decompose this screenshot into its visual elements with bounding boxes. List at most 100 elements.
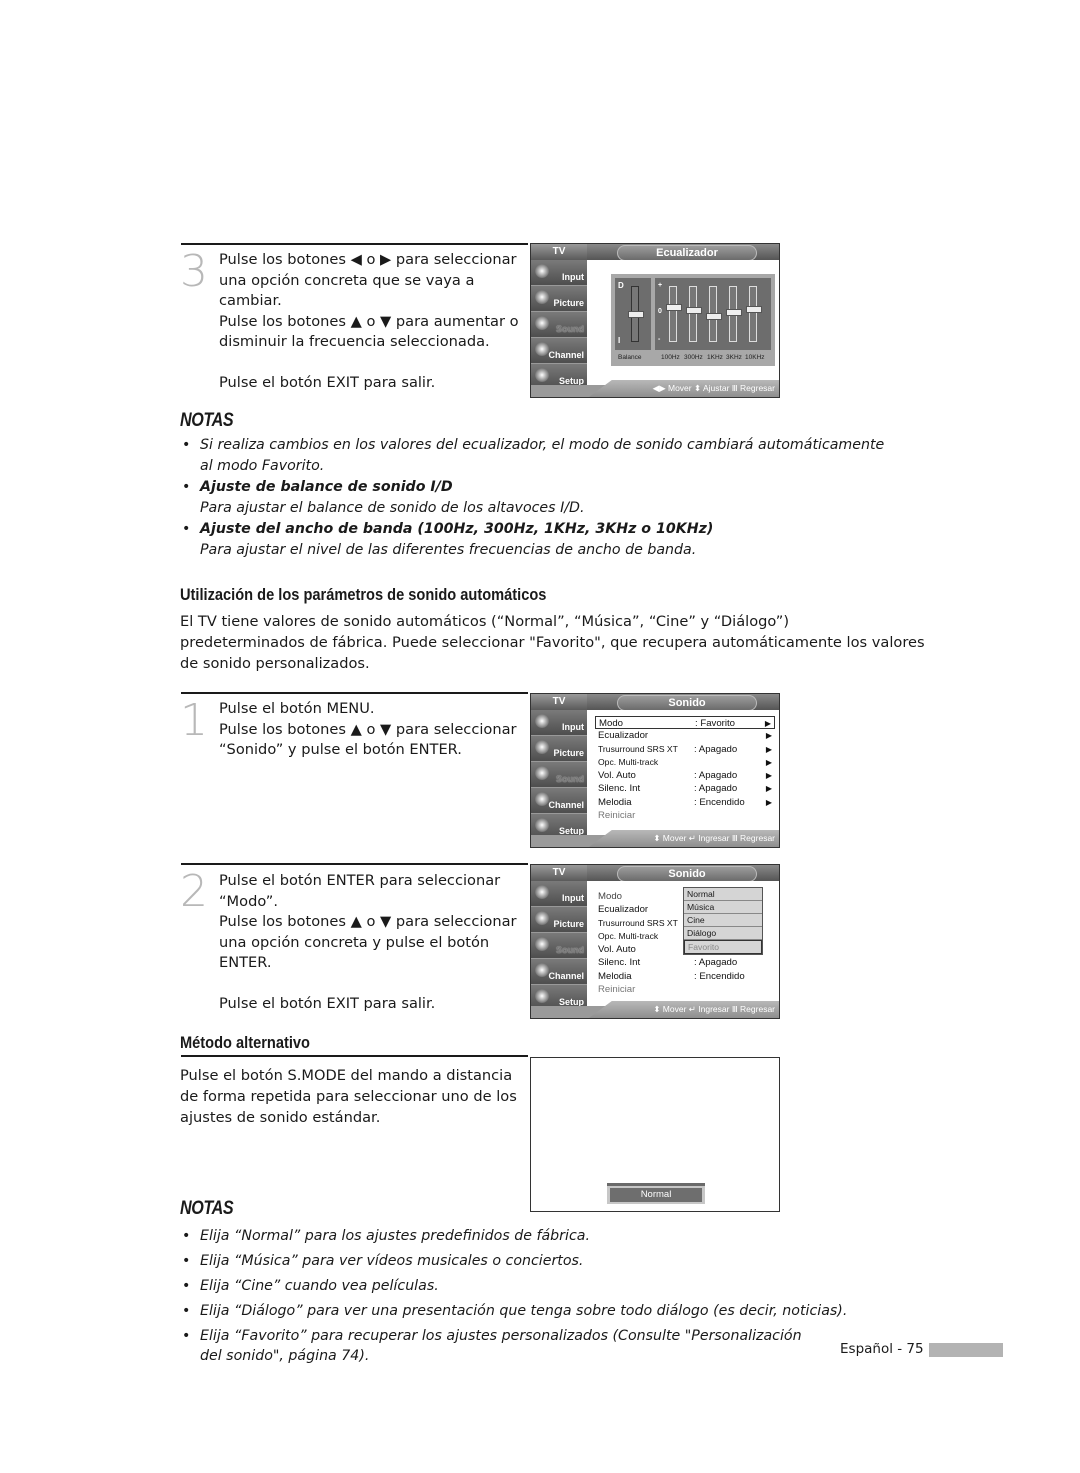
step-line: Pulse los botones ◀ o ▶ para seleccionar	[219, 251, 517, 268]
channel-icon	[535, 792, 549, 806]
note-item: Elija “Cine” cuando vea películas.	[180, 1274, 900, 1299]
sidebar-item-picture[interactable]: Picture	[531, 286, 587, 312]
sidebar-item-sound[interactable]: Sound	[531, 312, 587, 338]
band-label: 10KHz	[745, 354, 765, 361]
note-item: Ajuste del ancho de banda (100Hz, 300Hz,…	[180, 519, 940, 561]
menu-item-reiniciar[interactable]: Reiniciar	[595, 809, 775, 822]
mode-option-normal[interactable]: Normal	[684, 888, 762, 901]
section-paragraph: El TV tiene valores de sonido automático…	[180, 613, 925, 672]
step-line: disminuir la frecuencia seleccionada.	[219, 333, 490, 350]
sidebar-item-picture[interactable]: Picture	[531, 907, 587, 933]
band-slider-track[interactable]	[669, 286, 677, 342]
mode-option-dialogo[interactable]: Diálogo	[684, 927, 762, 940]
frequency-panel: + 0 -	[655, 278, 771, 350]
alt-rule	[181, 1055, 528, 1057]
menu-item-melodia[interactable]: Melodia: Encendido	[595, 970, 775, 983]
step2-rule	[181, 863, 528, 865]
step-line: una opción concreta que se vaya a	[219, 271, 475, 289]
band-label: 3KHz	[726, 354, 742, 361]
picture-icon	[535, 290, 549, 304]
minus-mark: -	[658, 336, 661, 343]
osd-title: Sonido	[617, 866, 757, 882]
tv-label: TV	[531, 694, 587, 710]
note-item: Elija “Música” para ver vídeos musicales…	[180, 1249, 900, 1274]
osd-hint-bar: ⬍ Mover ↵ Ingresar Ⅲ Regresar	[589, 830, 779, 847]
step-line: “Sonido” y pulse el botón ENTER.	[219, 741, 462, 758]
sidebar-item-input[interactable]: Input	[531, 260, 587, 286]
menu-item-trusurround[interactable]: Trusurround SRS XT: Apagado ▶	[595, 743, 775, 756]
menu-item-multitrack[interactable]: Opc. Multi-track ▶	[595, 756, 775, 769]
band-label: 1KHz	[707, 354, 723, 361]
step-line: cambiar.	[219, 292, 282, 309]
sound-mode-indicator: Normal	[607, 1183, 705, 1204]
sidebar-item-input[interactable]: Input	[531, 710, 587, 736]
sound-menu-list: Modo: Favorito ▶ Ecualizador ▶ Trusurround…	[595, 716, 775, 822]
mode-option-musica[interactable]: Música	[684, 901, 762, 914]
tv-label: TV	[531, 244, 587, 260]
input-icon	[535, 885, 549, 899]
band-slider-knob-10khz[interactable]	[746, 306, 762, 314]
band-slider-knob-1khz[interactable]	[706, 313, 722, 321]
menu-item-modo[interactable]: Modo: Favorito ▶	[595, 716, 775, 730]
menu-item-melodia[interactable]: Melodia: Encendido ▶	[595, 796, 775, 809]
osd-sound-menu-screen: TV Sonido Input Picture Sound Channel Se…	[530, 693, 780, 848]
picture-icon	[535, 740, 549, 754]
section-heading: Método alternativo	[180, 1033, 310, 1052]
notes-list: Si realiza cambios en los valores del ec…	[180, 435, 940, 561]
step-number: 3	[180, 246, 208, 297]
sidebar-item-channel[interactable]: Channel	[531, 338, 587, 364]
step-line: “Modo”.	[219, 892, 278, 910]
step-line: una opción concreta y pulse el botón	[219, 933, 490, 951]
step-line: ENTER.	[219, 954, 272, 971]
mode-option-favorito[interactable]: Favorito	[684, 940, 762, 954]
page-number: Español - 75	[840, 1341, 924, 1357]
osd-sidebar: Input Picture Sound Channel Setup	[531, 710, 587, 840]
arrow-right-icon: ▶	[765, 784, 772, 794]
sidebar-item-channel[interactable]: Channel	[531, 788, 587, 814]
step-line: Pulse los botones ▲ o ▼ para seleccionar	[219, 720, 517, 738]
sidebar-item-sound[interactable]: Sound	[531, 762, 587, 788]
osd-hint-bar: ⬍ Mover ↵ Ingresar Ⅲ Regresar	[589, 1001, 779, 1018]
mode-dropdown[interactable]: Normal Música Cine Diálogo Favorito	[683, 887, 763, 955]
osd-sidebar: Input Picture Sound Channel Setup	[531, 260, 587, 390]
menu-item-vol-auto[interactable]: Vol. Auto: Apagado ▶	[595, 769, 775, 782]
menu-item-silenc-int[interactable]: Silenc. Int: Apagado	[595, 956, 775, 969]
note-item: Ajuste de balance de sonido I/DPara ajus…	[180, 477, 940, 519]
arrow-right-icon: ▶	[765, 797, 772, 807]
notes-title: NOTAS	[180, 410, 234, 431]
step-line: Pulse el botón ENTER para seleccionar	[219, 872, 501, 889]
balance-left-mark: I	[618, 336, 621, 345]
plus-mark: +	[658, 282, 663, 289]
arrow-right-icon: ▶	[765, 744, 772, 754]
osd-title: Ecualizador	[617, 245, 757, 261]
band-label: 100Hz	[661, 354, 680, 361]
notes-title: NOTAS	[180, 1198, 234, 1219]
sidebar-item-picture[interactable]: Picture	[531, 736, 587, 762]
tv-label: TV	[531, 865, 587, 881]
band-slider-knob-300hz[interactable]	[686, 307, 702, 315]
section-paragraph: Pulse el botón S.MODE del mando a distan…	[180, 1067, 517, 1126]
sound-icon	[535, 766, 549, 780]
band-label: 300Hz	[684, 354, 703, 361]
balance-label: Balance	[618, 354, 642, 361]
osd-title: Sonido	[617, 695, 757, 711]
step-number: 1	[180, 695, 208, 746]
menu-item-ecualizador[interactable]: Ecualizador ▶	[595, 729, 775, 742]
balance-slider-knob[interactable]	[628, 311, 644, 318]
step-line: Pulse el botón MENU.	[219, 700, 375, 717]
note-item: Elija “Favorito” para recuperar los ajus…	[180, 1324, 900, 1366]
menu-item-reiniciar[interactable]: Reiniciar	[595, 983, 775, 996]
sidebar-item-channel[interactable]: Channel	[531, 959, 587, 985]
channel-icon	[535, 963, 549, 977]
channel-icon	[535, 342, 549, 356]
sidebar-item-input[interactable]: Input	[531, 881, 587, 907]
band-slider-knob-100hz[interactable]	[666, 303, 682, 311]
arrow-right-icon: ▶	[765, 731, 772, 741]
menu-item-silenc-int[interactable]: Silenc. Int: Apagado ▶	[595, 782, 775, 795]
sidebar-item-sound[interactable]: Sound	[531, 933, 587, 959]
band-slider-track[interactable]	[749, 286, 757, 342]
balance-panel: D I	[615, 278, 651, 350]
input-icon	[535, 264, 549, 278]
band-slider-knob-3khz[interactable]	[726, 309, 742, 317]
mode-option-cine[interactable]: Cine	[684, 914, 762, 927]
